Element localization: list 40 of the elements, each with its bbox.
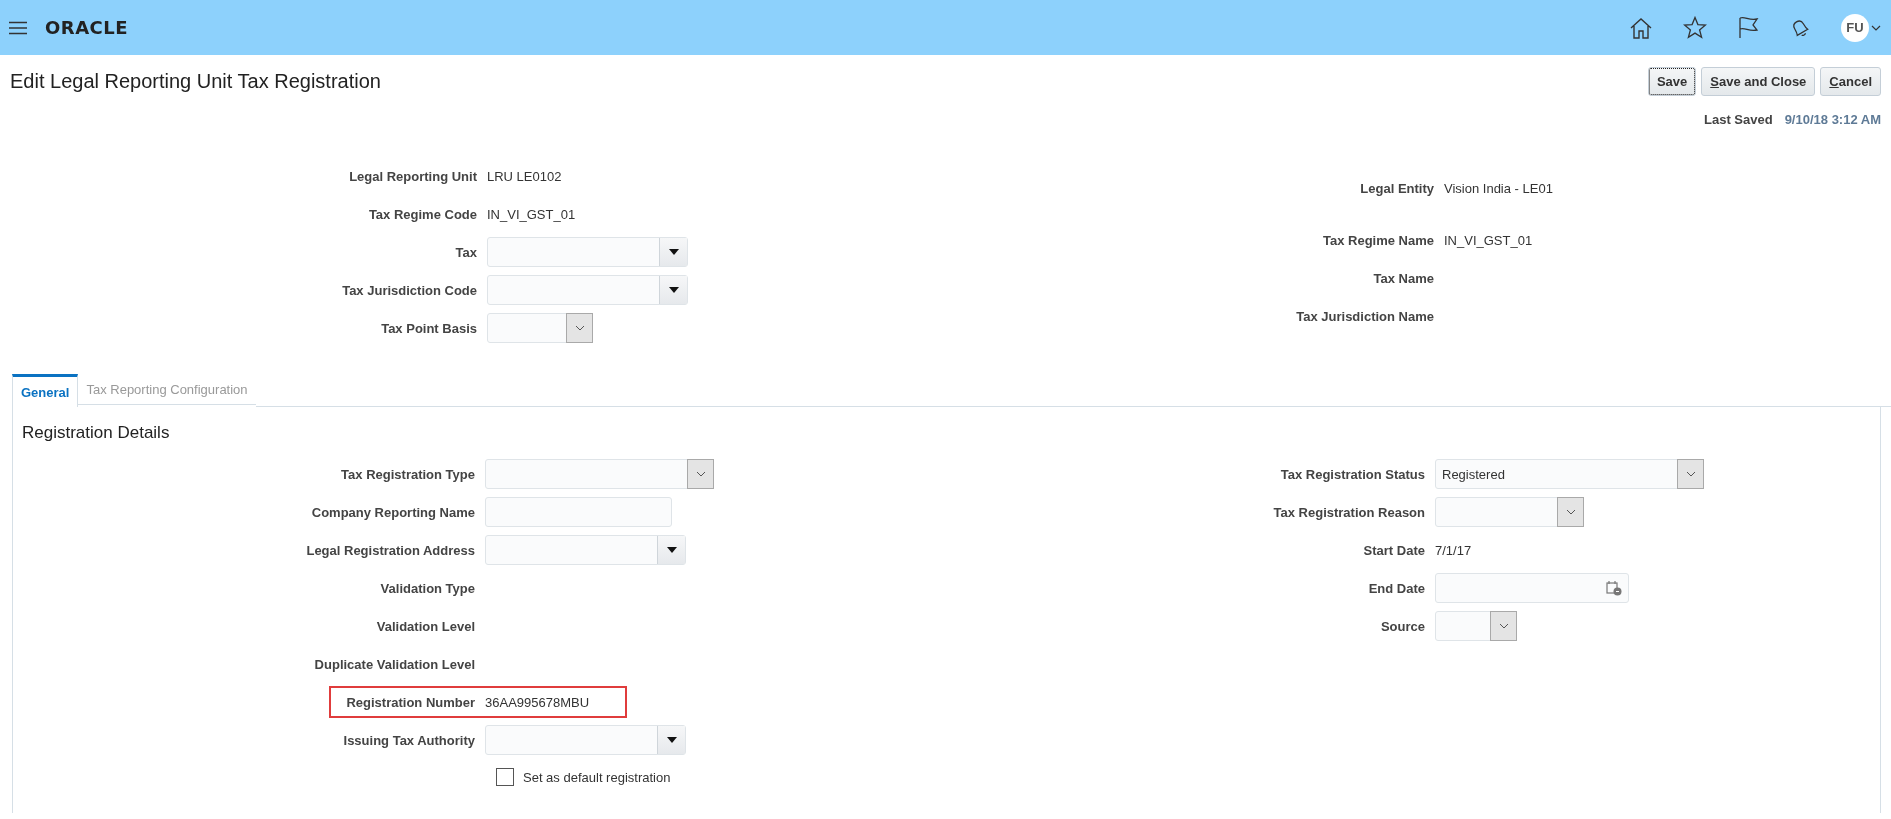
field-label: Registration Number [345,694,475,710]
last-saved-value: 9/10/18 3:12 AM [1784,112,1881,127]
field-label: Source [1379,618,1425,634]
field-label: Tax Name [1372,270,1434,286]
field-label: Start Date [1362,542,1425,558]
tab[interactable]: General [12,374,79,407]
field-value: 36AA995678MBU [485,694,590,710]
field-label: Validation Level [375,618,475,634]
field-label: Tax Jurisdiction Code [341,282,477,298]
logo[interactable]: ORACLE [45,17,129,38]
field-label: Company Reporting Name [310,504,475,520]
field-value: IN_VI_GST_01 [487,206,576,222]
field-label: Tax Point Basis [380,320,477,336]
field-label: Tax Registration Type [340,466,475,482]
field-label: End Date [1367,580,1425,596]
field-label: Legal Registration Address [305,542,475,558]
field-label: Legal Reporting Unit [348,168,477,184]
field-label: Tax Regime Code [367,206,477,222]
action-button[interactable]: Save [1647,67,1697,96]
checkbox-label: Set as default registration [523,769,671,785]
field-label: Tax Registration Status [1279,466,1425,482]
field-label: Tax [454,244,477,260]
user-avatar[interactable]: FU [1841,13,1869,42]
field-value: 7/1/17 [1435,542,1472,558]
field-label: Legal Entity [1359,180,1434,196]
section-heading: Registration Details [22,423,171,443]
field-label: Issuing Tax Authority [342,732,475,748]
field-value: Vision India - LE01 [1444,180,1553,196]
field-label: Tax Regime Name [1321,232,1434,248]
field-label: Tax Registration Reason [1272,504,1425,520]
field-label: Validation Type [379,580,475,596]
field-value: IN_VI_GST_01 [1444,232,1533,248]
action-button[interactable]: Cancel [1820,67,1881,96]
dropdown-field[interactable]: Registered [1435,459,1704,489]
field-value: LRU LE0102 [487,168,562,184]
field-label: Tax Jurisdiction Name [1295,308,1434,324]
field-label: Duplicate Validation Level [313,656,475,672]
page-title: Edit Legal Reporting Unit Tax Registration [10,70,381,93]
last-saved-label: Last Saved [1704,112,1773,127]
action-button[interactable]: Save and Close [1701,67,1816,96]
